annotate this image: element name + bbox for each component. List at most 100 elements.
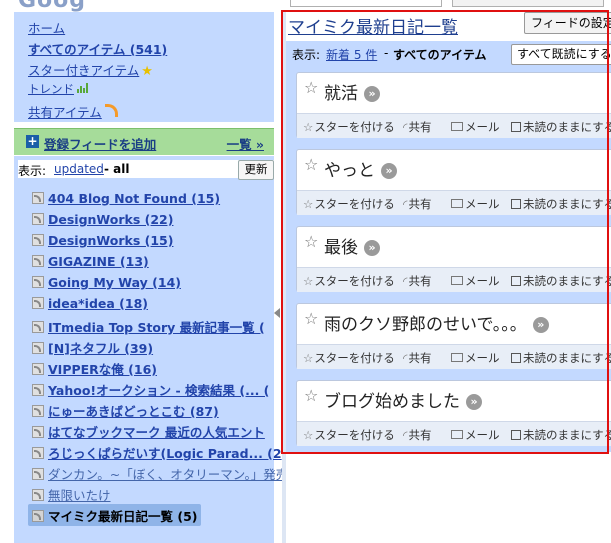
feed-item[interactable]: Yahoo!オークション - 検索結果 (... ( — [32, 380, 269, 398]
share-action[interactable]: ◜共有 — [403, 350, 431, 366]
mark-all-read-button[interactable]: すべて既読にする — [511, 44, 611, 65]
keep-unread-action[interactable]: 未読のままにする — [511, 273, 611, 289]
entry-card[interactable]: ☆ 最後 » ☆スターを付ける ◜共有 メール 未読のままにする — [296, 226, 611, 292]
feed-item[interactable]: idea*idea (18) — [32, 296, 148, 314]
entry-card[interactable]: ☆ 就活 » ☆スターを付ける ◜共有 メール 未読のままにする — [296, 72, 611, 138]
expand-arrow-icon[interactable]: » — [532, 317, 549, 333]
star-action[interactable]: ☆スターを付ける — [303, 119, 395, 135]
share-action[interactable]: ◜共有 — [403, 273, 431, 289]
star-action[interactable]: ☆スターを付ける — [303, 427, 395, 443]
feed-item[interactable]: 404 Blog Not Found (15) — [32, 191, 220, 209]
mail-action[interactable]: メール — [451, 196, 500, 212]
keep-unread-action[interactable]: 未読のままにする — [511, 427, 611, 443]
search-input[interactable] — [290, 0, 442, 7]
mail-icon — [451, 276, 463, 285]
star-outline-icon: ☆ — [303, 197, 314, 211]
plus-icon: + — [26, 134, 39, 148]
nav-trends[interactable]: トレンド — [28, 81, 91, 97]
feed-item[interactable]: [N]ネタフル (39) — [32, 338, 153, 356]
new-count-link[interactable]: 新着 5 件 — [326, 46, 377, 63]
entry-card[interactable]: ☆ やっと» ☆スターを付ける ◜共有 メール 未読のままにする — [296, 149, 611, 215]
expand-arrow-icon[interactable]: » — [364, 86, 380, 102]
feed-item[interactable]: ろじっくぱらだいす(Logic Parad... (2 — [32, 443, 282, 461]
entries-header: 表示: 新着 5 件 - すべてのアイテム すべて既読にする — [286, 41, 611, 67]
rss-feed-icon — [32, 447, 44, 459]
nav-all-items[interactable]: すべてのアイテム (541) — [28, 39, 167, 58]
nav-shared[interactable]: 共有アイテム — [28, 102, 118, 121]
feed-list-link[interactable]: 一覧 » — [227, 134, 264, 153]
expand-arrow-icon[interactable]: » — [466, 394, 482, 410]
rss-feed-icon — [32, 363, 44, 375]
rss-feed-icon — [32, 510, 44, 522]
star-outline-icon[interactable]: ☆ — [304, 386, 318, 405]
search-button[interactable] — [452, 0, 604, 7]
feed-item-label: ダンカン。~「ぼく、オタリーマン。」発売 — [48, 467, 289, 482]
entry-card[interactable]: ☆ 雨のクソ野郎のせいで。。。» ☆スターを付ける ◜共有 メール 未読のままにする — [296, 303, 611, 369]
mail-action-label: メール — [465, 428, 500, 442]
checkbox-icon — [511, 199, 521, 209]
entry-title[interactable]: 就活 » — [324, 79, 380, 104]
rss-feed-icon — [32, 405, 44, 417]
feed-settings-button[interactable]: フィードの設定 — [524, 12, 611, 34]
star-outline-icon[interactable]: ☆ — [304, 309, 318, 328]
star-action[interactable]: ☆スターを付ける — [303, 350, 395, 366]
nav-starred[interactable]: スター付きアイテム ★ — [28, 60, 153, 79]
star-outline-icon[interactable]: ☆ — [304, 78, 318, 97]
mail-action-label: メール — [465, 120, 500, 134]
mail-icon — [451, 430, 463, 439]
entry-title[interactable]: 雨のクソ野郎のせいで。。。 » — [324, 310, 549, 335]
entry-title-text: 就活 — [324, 84, 358, 104]
feed-item[interactable]: はてなブックマーク 最近の人気エント — [32, 422, 265, 440]
feed-item[interactable]: ITmedia Top Story 最新記事一覧 ( — [32, 317, 265, 335]
entries-view-label: 表示: — [292, 48, 321, 62]
refresh-button[interactable]: 更新 — [238, 160, 274, 180]
feed-item-label: idea*idea (18) — [48, 296, 148, 311]
star-action[interactable]: ☆スターを付ける — [303, 273, 395, 289]
entry-title-text: 最後 — [324, 238, 358, 258]
view-updated-link[interactable]: updated — [54, 162, 104, 176]
feed-item[interactable]: 無限いたけ — [32, 485, 111, 503]
entry-title[interactable]: やっと » — [324, 156, 397, 181]
add-feed-bar: + 登録フィードを追加 一覧 » — [14, 128, 274, 155]
star-outline-icon: ☆ — [303, 428, 314, 442]
nav-home[interactable]: ホーム — [28, 18, 65, 37]
star-action[interactable]: ☆スターを付ける — [303, 196, 395, 212]
feed-item[interactable]: にゅーあきばどっとこむ (87) — [32, 401, 219, 419]
mail-action[interactable]: メール — [451, 119, 500, 135]
feed-item[interactable]: GIGAZINE (13) — [32, 254, 149, 272]
expand-arrow-icon[interactable]: » — [364, 240, 380, 256]
feed-item[interactable]: VIPPERな俺 (16) — [32, 359, 157, 377]
entry-card[interactable]: ☆ ブログ始めました» ☆スターを付ける ◜共有 メール 未読のままにする — [296, 380, 611, 446]
keep-unread-action[interactable]: 未読のままにする — [511, 119, 611, 135]
feed-item-label: Going My Way (14) — [48, 275, 181, 290]
share-action[interactable]: ◜共有 — [403, 427, 431, 443]
mail-action-label: メール — [465, 197, 500, 211]
collapse-arrow-icon[interactable] — [274, 308, 280, 318]
keep-unread-action[interactable]: 未読のままにする — [511, 196, 611, 212]
expand-arrow-icon[interactable]: » — [381, 163, 397, 179]
rss-feed-icon — [32, 384, 44, 396]
star-action-label: スターを付ける — [314, 428, 395, 442]
all-items-label: すべてのアイテム — [393, 48, 487, 62]
feed-item[interactable]: DesignWorks (22) — [32, 212, 173, 230]
star-outline-icon[interactable]: ☆ — [304, 232, 318, 251]
feed-item[interactable]: マイミク最新日記一覧 (5) — [28, 504, 202, 526]
share-action[interactable]: ◜共有 — [403, 119, 431, 135]
star-outline-icon[interactable]: ☆ — [304, 155, 318, 174]
mail-action[interactable]: メール — [451, 350, 500, 366]
mail-action[interactable]: メール — [451, 427, 500, 443]
add-feed-link[interactable]: 登録フィードを追加 — [44, 134, 156, 153]
feed-item[interactable]: DesignWorks (15) — [32, 233, 173, 251]
star-outline-icon: ☆ — [303, 120, 314, 134]
entry-title[interactable]: ブログ始めました » — [324, 387, 482, 412]
keep-unread-action[interactable]: 未読のままにする — [511, 350, 611, 366]
feed-item[interactable]: ダンカン。~「ぼく、オタリーマン。」発売 — [32, 464, 288, 482]
entry-title[interactable]: 最後 » — [324, 233, 380, 258]
mail-action[interactable]: メール — [451, 273, 500, 289]
share-action[interactable]: ◜共有 — [403, 196, 431, 212]
entries-list: ☆ 就活» ☆スターを付ける ◜共有 メール 未読のままにする ☆ やっと» ☆スターを付ける ◜… — [286, 67, 611, 452]
checkbox-icon — [511, 276, 521, 286]
rss-feed-icon — [32, 234, 44, 246]
feed-item[interactable]: Going My Way (14) — [32, 275, 181, 293]
main-feed-title[interactable]: マイミク最新日記一覧 — [288, 13, 458, 38]
